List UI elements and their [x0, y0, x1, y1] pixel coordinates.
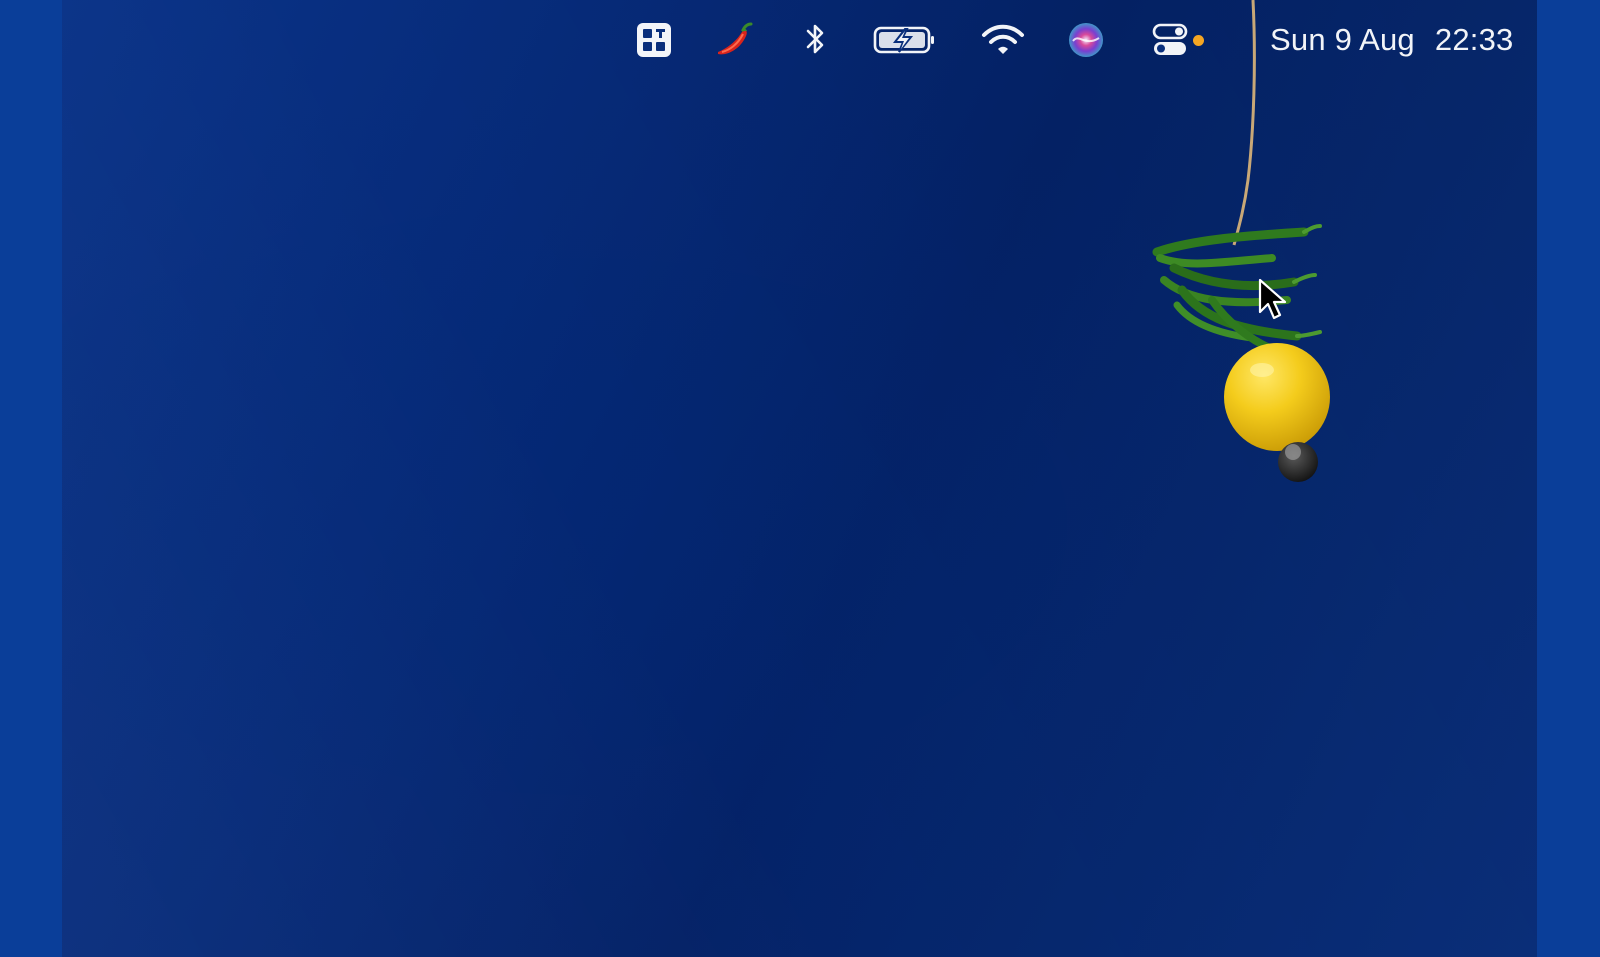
- battery-charging-icon[interactable]: [872, 18, 938, 62]
- mouse-cursor-icon: [1258, 278, 1287, 320]
- green-chilies: [1152, 224, 1322, 354]
- bluetooth-icon[interactable]: [800, 18, 832, 62]
- menubar-app-icon[interactable]: [632, 18, 676, 62]
- desktop[interactable]: [62, 0, 1537, 957]
- left-border: [0, 0, 62, 957]
- menu-bar: Sun 9 Aug 22:33: [62, 0, 1537, 80]
- wifi-icon[interactable]: [980, 18, 1026, 62]
- lemon: [1224, 343, 1330, 451]
- menubar-clock[interactable]: Sun 9 Aug 22:33: [1270, 18, 1513, 62]
- chili-pepper-icon[interactable]: [710, 18, 758, 62]
- wallpaper-art: [1152, 0, 1330, 482]
- right-border: [1537, 0, 1600, 957]
- control-center-icon[interactable]: [1150, 18, 1190, 62]
- screen: Sun 9 Aug 22:33: [0, 0, 1600, 957]
- clock-date: Sun 9 Aug: [1270, 22, 1415, 57]
- clock-time: 22:33: [1434, 22, 1514, 57]
- recording-indicator: [1193, 35, 1204, 46]
- siri-icon[interactable]: [1064, 18, 1108, 62]
